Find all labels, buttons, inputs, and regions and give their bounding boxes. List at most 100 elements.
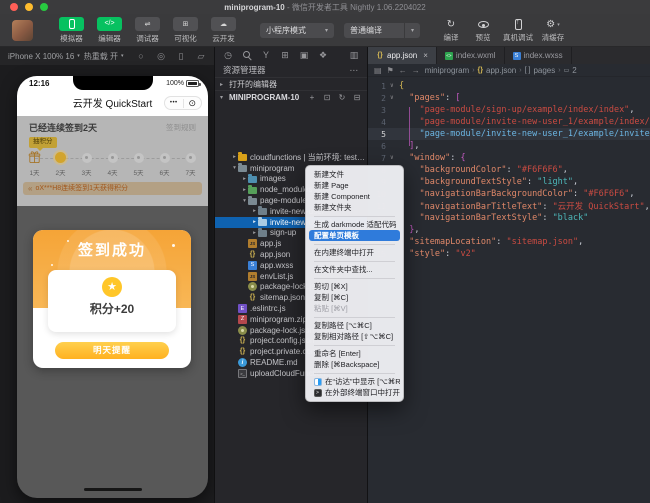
new-folder-icon[interactable]: ⊡ bbox=[322, 92, 332, 102]
menu-item-label: 粘贴 [⌘V] bbox=[314, 303, 348, 314]
split-icon[interactable]: ▥ bbox=[349, 50, 359, 60]
new-file-icon[interactable]: + bbox=[307, 92, 317, 102]
menu-item-复制路径-C-[interactable]: 复制路径 [⌥⌘C] bbox=[309, 320, 400, 331]
breadcrumb: miniprogram›{}app.json›[ ]pages›▭2 bbox=[425, 66, 577, 75]
phone-frame-icon[interactable]: ▯ bbox=[176, 51, 186, 61]
phone-statusbar-navbar: 12:16 100% 云开发 QuickStart ••• ⊙ bbox=[17, 76, 208, 116]
menu-item-剪切-X-[interactable]: 剪切 [⌘X] bbox=[309, 281, 400, 292]
breadcrumb-separator: › bbox=[558, 67, 560, 74]
bookmark-icon[interactable]: ⚑ bbox=[387, 66, 394, 75]
capsule-menu-button[interactable]: ••• bbox=[165, 97, 183, 109]
list-icon[interactable]: ▤ bbox=[374, 66, 382, 75]
simulator-panel: iPhone X 100% 16▾ 热重载 开▾ ○ ◎ ▯ ▱ 12:16 100%… bbox=[0, 47, 215, 503]
breadcrumb-item-2[interactable]: ▭2 bbox=[564, 66, 577, 75]
code-text: "backgroundColor": "#F6F6F6", bbox=[399, 165, 568, 175]
hand-icon[interactable]: ❖ bbox=[318, 50, 328, 60]
extensions-icon[interactable]: ⊞ bbox=[280, 50, 290, 60]
code-token: , bbox=[414, 225, 419, 235]
menu-item-删除-Backspace-[interactable]: 删除 [⌘Backspace] bbox=[309, 359, 400, 370]
day-label-7: 7天 bbox=[183, 167, 198, 177]
menu-divider bbox=[314, 345, 395, 346]
compile-mode-dropdown[interactable]: 普通编译 ▾ bbox=[344, 23, 420, 38]
menu-item-复制-C-[interactable]: 复制 [⌘C] bbox=[309, 292, 400, 303]
rotate-icon[interactable]: ○ bbox=[136, 51, 146, 61]
toolbar-button-云开发[interactable]: ☁云开发 bbox=[207, 17, 240, 44]
package-icon[interactable]: ▣ bbox=[299, 50, 309, 60]
windows-icon[interactable]: ▱ bbox=[196, 51, 206, 61]
action-button-label: 编译 bbox=[444, 32, 459, 43]
project-root-section[interactable]: ▾ MINIPROGRAM-10 +⊡↻⊟ bbox=[215, 90, 367, 103]
fold-chevron-icon[interactable]: ∨ bbox=[390, 95, 399, 101]
menu-item-在文件夹中查找-[interactable]: 在文件夹中查找... bbox=[309, 264, 400, 275]
toolbar-button-模拟器[interactable]: 模拟器 bbox=[55, 17, 88, 44]
toolbar-button-可视化[interactable]: ⊞可视化 bbox=[169, 17, 202, 44]
tab-index.wxss[interactable]: index.wxss bbox=[505, 47, 572, 64]
file-history-icon[interactable]: ◷ bbox=[223, 50, 233, 60]
eye-icon bbox=[478, 18, 489, 32]
menu-item-label: 配置单页模板 bbox=[314, 230, 359, 241]
menu-item-新建文件[interactable]: 新建文件 bbox=[309, 169, 400, 180]
day-4-indicator bbox=[105, 150, 120, 166]
tree-item-cloudfunctions-test1-lowcode[interactable]: ▸cloudfunctions | 当前环境: test1-lowcode bbox=[215, 152, 367, 163]
menu-item-复制相对路径-C-[interactable]: 复制相对路径 [⇧⌥⌘C] bbox=[309, 331, 400, 342]
action-button-预览[interactable]: 预览 bbox=[468, 18, 498, 43]
user-avatar[interactable] bbox=[12, 20, 33, 41]
miniapp-capsule: ••• ⊙ bbox=[164, 96, 202, 110]
mode-dropdown[interactable]: 小程序模式 ▾ bbox=[260, 23, 334, 38]
code-token: { bbox=[399, 81, 404, 91]
chevron-icon: ▸ bbox=[251, 208, 258, 214]
hot-reload-toggle[interactable]: 热重载 开▾ bbox=[84, 51, 124, 62]
open-editors-section[interactable]: ▸ 打开的编辑器 bbox=[215, 77, 367, 90]
menu-item-在外部终端窗口中打开[interactable]: 在外部终端窗口中打开 bbox=[309, 387, 400, 398]
action-button-编译[interactable]: ↻编译 bbox=[436, 18, 466, 43]
menu-item-新建-Component[interactable]: 新建 Component bbox=[309, 191, 400, 202]
menu-item-label: 新建 Component bbox=[314, 191, 370, 202]
close-icon[interactable]: × bbox=[423, 51, 428, 60]
toolbar-button-调试器[interactable]: ⇌调试器 bbox=[131, 17, 164, 44]
wxml-file-icon bbox=[445, 52, 453, 60]
code-text: "page-module/invite-new-user_1/example/i… bbox=[399, 129, 650, 139]
search-icon[interactable] bbox=[242, 50, 252, 60]
signin-rules-link[interactable]: 签到规则 bbox=[166, 122, 196, 133]
tab-index.wxml[interactable]: index.wxml bbox=[437, 47, 505, 64]
points-card: ★ 积分+20 bbox=[48, 270, 176, 332]
action-button-真机调试[interactable]: 真机调试 bbox=[500, 18, 536, 43]
code-token: "backgroundColor" bbox=[419, 165, 506, 175]
folder-icon bbox=[248, 187, 257, 194]
line-number: 4 bbox=[368, 118, 390, 127]
capsule-home-button[interactable]: ⊙ bbox=[184, 97, 202, 110]
breadcrumb-item-pages[interactable]: [ ]pages bbox=[525, 66, 556, 75]
tree-item-label: .eslintrc.js bbox=[250, 304, 286, 313]
remind-tomorrow-button[interactable]: 明天提醒 bbox=[55, 342, 169, 359]
record-icon[interactable]: ◎ bbox=[156, 51, 166, 61]
cloud-icon: ☁ bbox=[211, 17, 236, 31]
menu-item-在-访达-中显示-R-[interactable]: 在“访达”中显示 [⌥⌘R] bbox=[309, 376, 400, 387]
menu-item-在内建终端中打开[interactable]: 在内建终端中打开 bbox=[309, 247, 400, 258]
breadcrumb-item-app.json[interactable]: {}app.json bbox=[478, 66, 517, 75]
tree-item-label: envList.js bbox=[260, 272, 293, 281]
chevron-icon: ▾ bbox=[241, 198, 248, 204]
modal-title: 签到成功 bbox=[33, 230, 191, 260]
device-selector[interactable]: iPhone X 100% 16▾ bbox=[8, 52, 80, 61]
tab-app.json[interactable]: app.json× bbox=[368, 47, 437, 64]
fold-chevron-icon[interactable]: ∨ bbox=[390, 155, 399, 161]
breadcrumb-item-miniprogram[interactable]: miniprogram bbox=[425, 66, 469, 75]
forward-arrow-icon[interactable]: → bbox=[412, 66, 420, 75]
menu-item-重命名-Enter-[interactable]: 重命名 [Enter] bbox=[309, 348, 400, 359]
menu-item-配置单页模板[interactable]: 配置单页模板 bbox=[309, 230, 400, 241]
menu-item-新建文件夹[interactable]: 新建文件夹 bbox=[309, 202, 400, 213]
refresh-icon[interactable]: ↻ bbox=[337, 92, 347, 102]
action-button-清缓存[interactable]: ⚙▾清缓存 bbox=[538, 18, 568, 43]
menu-item-新建-Page[interactable]: 新建 Page bbox=[309, 180, 400, 191]
fold-chevron-icon[interactable]: ∨ bbox=[390, 83, 399, 89]
git-branch-icon[interactable]: Y bbox=[261, 50, 271, 60]
collapse-icon[interactable]: ⊟ bbox=[352, 92, 362, 102]
toolbar-button-编辑器[interactable]: </>编辑器 bbox=[93, 17, 126, 44]
phone-glyph bbox=[69, 19, 75, 29]
menu-item-生成-darkmode-适配代码[interactable]: 生成 darkmode 适配代码 bbox=[309, 219, 400, 230]
action-button-label: 预览 bbox=[476, 32, 491, 43]
more-actions-icon[interactable]: ⋯ bbox=[350, 65, 360, 76]
code-token: [ bbox=[455, 93, 460, 103]
day-idle-circle bbox=[108, 153, 118, 163]
back-arrow-icon[interactable]: ← bbox=[399, 66, 407, 75]
